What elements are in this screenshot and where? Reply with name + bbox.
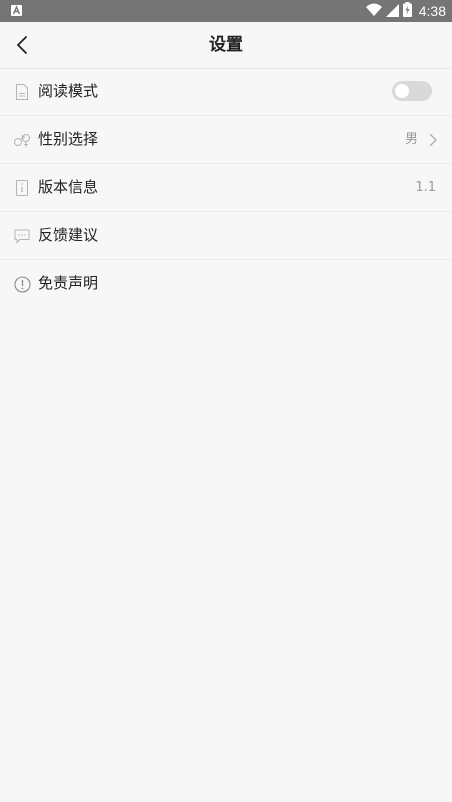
settings-row-feedback[interactable]: 反馈建议 bbox=[0, 212, 452, 260]
exclamation-circle-icon bbox=[13, 275, 31, 293]
settings-row-label: 性别选择 bbox=[38, 130, 99, 148]
document-icon bbox=[13, 83, 31, 101]
page-title: 设置 bbox=[209, 35, 243, 55]
settings-row-gender[interactable]: 性别选择 男 bbox=[0, 116, 452, 164]
signal-icon bbox=[385, 2, 399, 21]
settings-row-version[interactable]: 版本信息 1.1 bbox=[0, 164, 452, 212]
android-notification-icon bbox=[11, 5, 22, 16]
status-bar-right: 4:38 bbox=[365, 0, 446, 22]
toggle-knob bbox=[395, 84, 409, 98]
status-time: 4:38 bbox=[418, 3, 446, 19]
settings-row-disclaimer[interactable]: 免责声明 bbox=[0, 260, 452, 307]
status-bar: 4:38 bbox=[0, 0, 452, 22]
info-file-icon bbox=[13, 179, 31, 197]
settings-row-reading-mode[interactable]: 阅读模式 bbox=[0, 68, 452, 116]
settings-row-label: 阅读模式 bbox=[38, 82, 99, 100]
chevron-left-icon bbox=[16, 36, 27, 54]
gender-icon bbox=[13, 131, 31, 149]
settings-row-label: 免责声明 bbox=[38, 274, 99, 292]
reading-mode-toggle[interactable] bbox=[392, 81, 432, 101]
version-value: 1.1 bbox=[415, 180, 436, 195]
wifi-icon bbox=[365, 2, 382, 21]
header-bar: 设置 bbox=[0, 22, 452, 69]
settings-list: 阅读模式 性别选择 男 版本信息 1.1 反馈建议 免责声明 bbox=[0, 68, 452, 307]
chevron-right-icon bbox=[429, 133, 437, 147]
back-button[interactable] bbox=[8, 30, 36, 60]
battery-icon bbox=[402, 1, 412, 21]
gender-value: 男 bbox=[404, 132, 418, 147]
settings-row-label: 反馈建议 bbox=[38, 226, 99, 244]
settings-row-label: 版本信息 bbox=[38, 178, 99, 196]
chat-bubble-icon bbox=[13, 227, 31, 245]
